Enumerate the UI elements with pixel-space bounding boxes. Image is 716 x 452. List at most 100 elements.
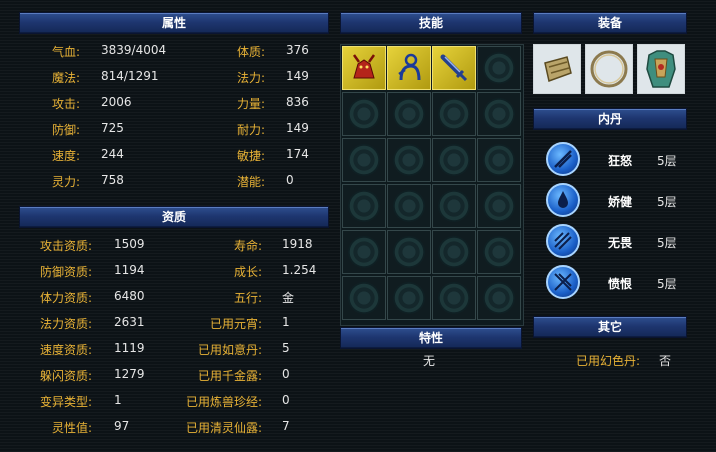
attr-value-spirit: 758 — [101, 173, 124, 187]
crossed-blades-icon — [554, 273, 572, 291]
apt-label-lifespan: 寿命: — [233, 239, 262, 253]
skill-slot-3[interactable] — [432, 46, 476, 90]
skill-slot-7[interactable] — [432, 92, 476, 136]
equip-slot-2[interactable] — [585, 44, 633, 94]
skill-slot-16[interactable] — [477, 184, 521, 228]
attr-label-magic: 法力: — [236, 71, 265, 85]
attr-value-defense: 725 — [101, 121, 124, 135]
attr-value-speed: 244 — [101, 147, 124, 161]
skill-slot-13[interactable] — [342, 184, 386, 228]
skill-slot-17[interactable] — [342, 230, 386, 274]
skills-header: 技能 — [340, 12, 522, 34]
neidan-name-2: 娇健 — [608, 195, 633, 209]
attr-value-mp: 814/1291 — [101, 69, 159, 83]
other-value-huansedan: 否 — [659, 354, 672, 368]
neidan-name-3: 无畏 — [608, 236, 633, 250]
armor-icon — [646, 50, 676, 88]
apt-label-magic: 法力资质: — [39, 317, 92, 331]
apt-value-spirituality: 97 — [114, 419, 130, 433]
apt-label-element: 五行: — [233, 291, 262, 305]
skill-slot-2[interactable] — [387, 46, 431, 90]
skill-slot-19[interactable] — [432, 230, 476, 274]
skill-slot-15[interactable] — [432, 184, 476, 228]
skill-slot-10[interactable] — [387, 138, 431, 182]
skill-slot-11[interactable] — [432, 138, 476, 182]
neidan-name-1: 狂怒 — [608, 154, 633, 168]
skill-slot-9[interactable] — [342, 138, 386, 182]
apt-value-lifespan: 1918 — [282, 237, 313, 251]
apt-label-attack: 攻击资质: — [39, 239, 92, 253]
apt-value-mutation: 1 — [114, 393, 122, 407]
equipment-header: 装备 — [533, 12, 687, 34]
apt-label-speed: 速度资质: — [39, 343, 92, 357]
attr-label-constitution: 体质: — [236, 45, 265, 59]
skill-slot-14[interactable] — [387, 184, 431, 228]
skill-slot-23[interactable] — [432, 276, 476, 320]
attr-label-spirit: 灵力: — [51, 175, 80, 189]
red-horned-beast-skill-icon — [352, 54, 376, 79]
apt-value-qianjinlu: 0 — [282, 367, 290, 381]
skill-slot-18[interactable] — [387, 230, 431, 274]
apt-label-ruyidan: 已用如意丹: — [197, 343, 262, 357]
skill-slot-22[interactable] — [387, 276, 431, 320]
apt-value-growth: 1.254 — [282, 263, 317, 277]
neidan-slot-3[interactable] — [546, 224, 580, 258]
apt-label-beast-scripture: 已用炼兽珍经: — [185, 395, 262, 409]
apt-value-defense: 1194 — [114, 263, 145, 277]
attributes-header: 属性 — [19, 12, 329, 34]
attr-label-potential: 潜能: — [236, 175, 265, 189]
aptitude-header: 资质 — [19, 206, 329, 228]
neidan-name-4: 愤恨 — [608, 277, 633, 291]
apt-value-yuanxiao: 1 — [282, 315, 290, 329]
neidan-level-4: 5层 — [657, 277, 677, 291]
sword-cross-icon — [554, 150, 572, 168]
apt-label-mutation: 变异类型: — [39, 395, 92, 409]
attr-value-attack: 2006 — [101, 95, 132, 109]
skill-slot-12[interactable] — [477, 138, 521, 182]
apt-label-defense: 防御资质: — [39, 265, 92, 279]
attr-label-defense: 防御: — [51, 123, 80, 137]
equip-slot-3[interactable] — [637, 44, 685, 94]
apt-value-speed: 1119 — [114, 341, 145, 355]
ring-icon — [590, 50, 628, 88]
attr-label-strength: 力量: — [236, 97, 265, 111]
skill-slot-20[interactable] — [477, 230, 521, 274]
sword-skill-icon — [440, 54, 468, 82]
attr-value-potential: 0 — [286, 173, 294, 187]
apt-label-yuanxiao: 已用元宵: — [209, 317, 262, 331]
attr-value-hp: 3839/4004 — [101, 43, 167, 57]
skill-grid — [340, 44, 524, 326]
attr-value-magic: 149 — [286, 69, 309, 83]
apt-value-dodge: 1279 — [114, 367, 145, 381]
arrows-icon — [554, 232, 572, 250]
skill-slot-5[interactable] — [342, 92, 386, 136]
blue-figure-skill-icon — [398, 53, 421, 81]
attr-label-speed: 速度: — [51, 149, 80, 163]
bracer-icon — [544, 56, 572, 82]
attr-value-agility: 174 — [286, 147, 309, 161]
traits-value: 无 — [423, 354, 436, 368]
apt-value-element: 金 — [282, 291, 295, 305]
skill-slot-1[interactable] — [342, 46, 386, 90]
traits-header: 特性 — [340, 327, 522, 349]
neidan-slot-4[interactable] — [546, 265, 580, 299]
apt-label-dodge: 躲闪资质: — [39, 369, 92, 383]
neidan-level-3: 5层 — [657, 236, 677, 250]
skill-slot-21[interactable] — [342, 276, 386, 320]
skill-slot-4[interactable] — [477, 46, 521, 90]
equip-slot-1[interactable] — [533, 44, 581, 94]
neidan-slot-1[interactable] — [546, 142, 580, 176]
apt-label-stamina: 体力资质: — [39, 291, 92, 305]
skill-slot-8[interactable] — [477, 92, 521, 136]
neidan-header: 内丹 — [533, 108, 687, 130]
skill-slot-24[interactable] — [477, 276, 521, 320]
apt-value-magic: 2631 — [114, 315, 145, 329]
neidan-slot-2[interactable] — [546, 183, 580, 217]
skill-slot-6[interactable] — [387, 92, 431, 136]
apt-value-ruyidan: 5 — [282, 341, 290, 355]
apt-label-growth: 成长: — [233, 265, 262, 279]
attr-value-constitution: 376 — [286, 43, 309, 57]
apt-value-qingling-dew: 7 — [282, 419, 290, 433]
attr-value-strength: 836 — [286, 95, 309, 109]
apt-label-qianjinlu: 已用千金露: — [197, 369, 262, 383]
